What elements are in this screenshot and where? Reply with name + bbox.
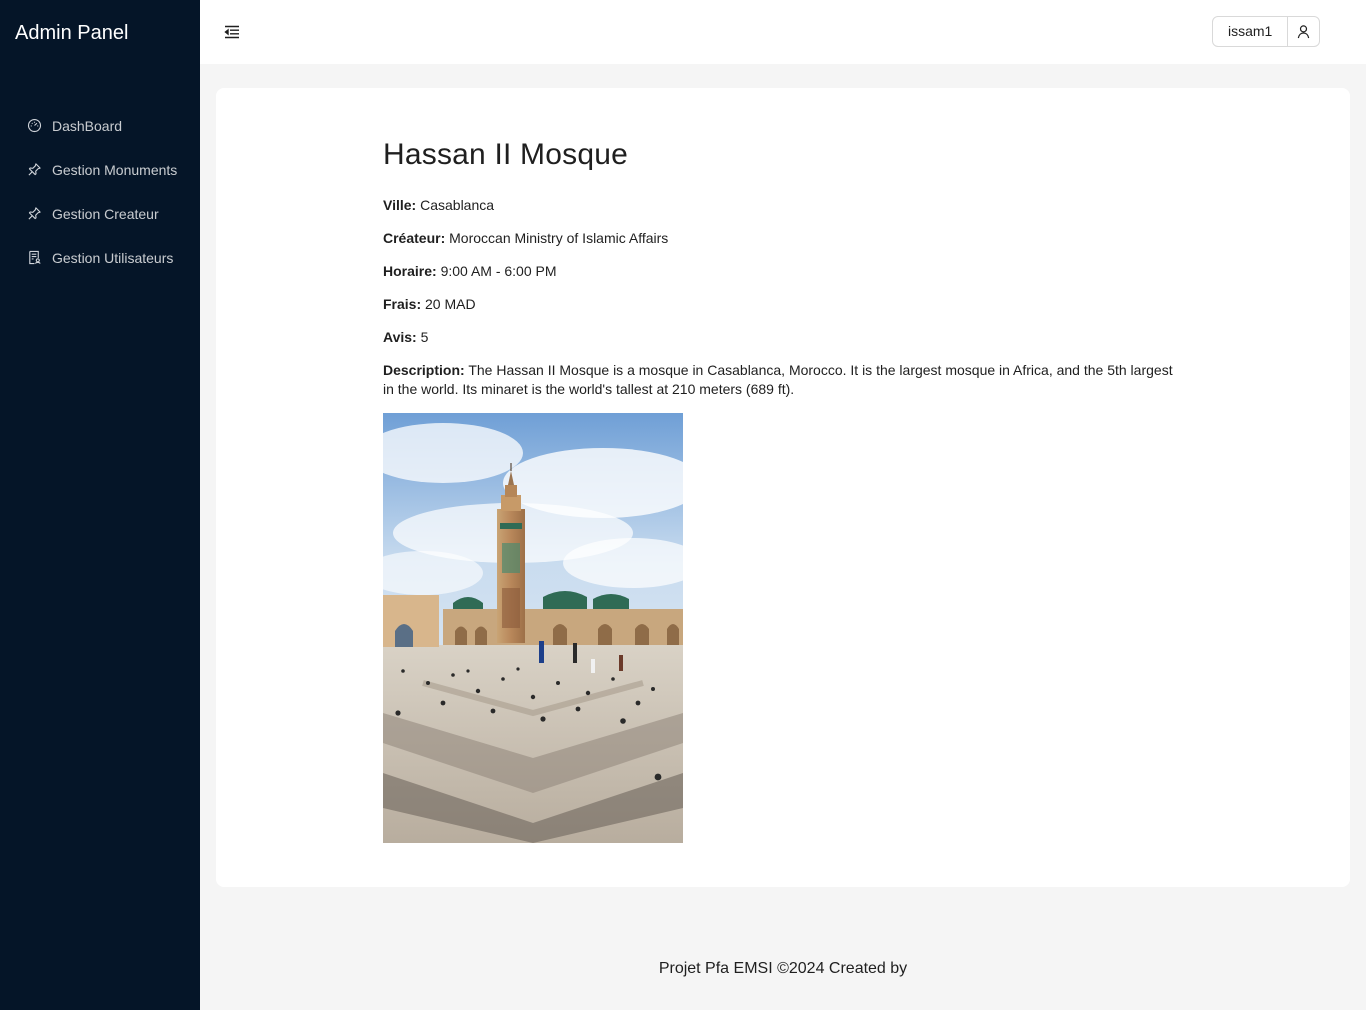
app-title: Admin Panel <box>15 22 129 44</box>
page-footer: Projet Pfa EMSI ©2024 Created by <box>658 960 908 977</box>
field-value: Moroccan Ministry of Islamic Affairs <box>449 230 669 246</box>
field-label: Avis: <box>383 329 417 345</box>
sidebar-item-label: Gestion Utilisateurs <box>52 250 174 266</box>
page-title: Hassan II Mosque <box>383 138 628 171</box>
menu-fold-icon[interactable] <box>223 23 241 41</box>
field-label: Frais: <box>383 296 422 312</box>
field-value: 5 <box>420 329 429 345</box>
pushpin-icon <box>27 206 43 222</box>
sidebar-menu: DashBoard Gestion Monuments Gestion Crea… <box>0 106 200 282</box>
username-label[interactable]: issam1 <box>1213 17 1289 46</box>
sidebar-item-gestion-utilisateurs[interactable]: Gestion Utilisateurs <box>0 238 200 278</box>
field-value: 9:00 AM - 6:00 PM <box>440 263 557 279</box>
monument-detail: Hassan II Mosque Ville: Casablanca Créat… <box>383 138 1183 413</box>
pushpin-icon <box>27 162 43 178</box>
sidebar-item-dashboard[interactable]: DashBoard <box>0 106 200 146</box>
user-menu: issam1 <box>1212 16 1321 47</box>
sidebar-item-gestion-monuments[interactable]: Gestion Monuments <box>0 150 200 190</box>
field-label: Description: <box>383 362 465 378</box>
sidebar-item-label: Gestion Createur <box>52 206 159 222</box>
field-ville: Ville: Casablanca <box>383 196 1183 215</box>
field-createur: Créateur: Moroccan Ministry of Islamic A… <box>383 229 1183 248</box>
sidebar-item-gestion-createur[interactable]: Gestion Createur <box>0 194 200 234</box>
field-horaire: Horaire: 9:00 AM - 6:00 PM <box>383 262 1183 281</box>
sidebar: Admin Panel DashBoard Gestion Monuments <box>0 0 200 1010</box>
field-description: Description: The Hassan II Mosque is a m… <box>383 361 1183 399</box>
field-value: 20 MAD <box>425 296 476 312</box>
top-header: issam1 <box>200 0 1366 64</box>
user-list-icon <box>27 250 43 266</box>
dashboard-icon <box>27 118 43 134</box>
field-label: Créateur: <box>383 230 446 246</box>
field-frais: Frais: 20 MAD <box>383 295 1183 314</box>
sidebar-item-label: DashBoard <box>52 118 123 134</box>
monument-photo <box>383 413 683 843</box>
field-avis: Avis: 5 <box>383 328 1183 347</box>
monument-detail-card: Hassan II Mosque Ville: Casablanca Créat… <box>216 88 1350 887</box>
field-label: Horaire: <box>383 263 437 279</box>
field-value: The Hassan II Mosque is a mosque in Casa… <box>383 362 1173 397</box>
field-label: Ville: <box>383 197 417 213</box>
field-value: Casablanca <box>420 197 495 213</box>
user-icon[interactable] <box>1288 17 1319 46</box>
sidebar-item-label: Gestion Monuments <box>52 162 178 178</box>
